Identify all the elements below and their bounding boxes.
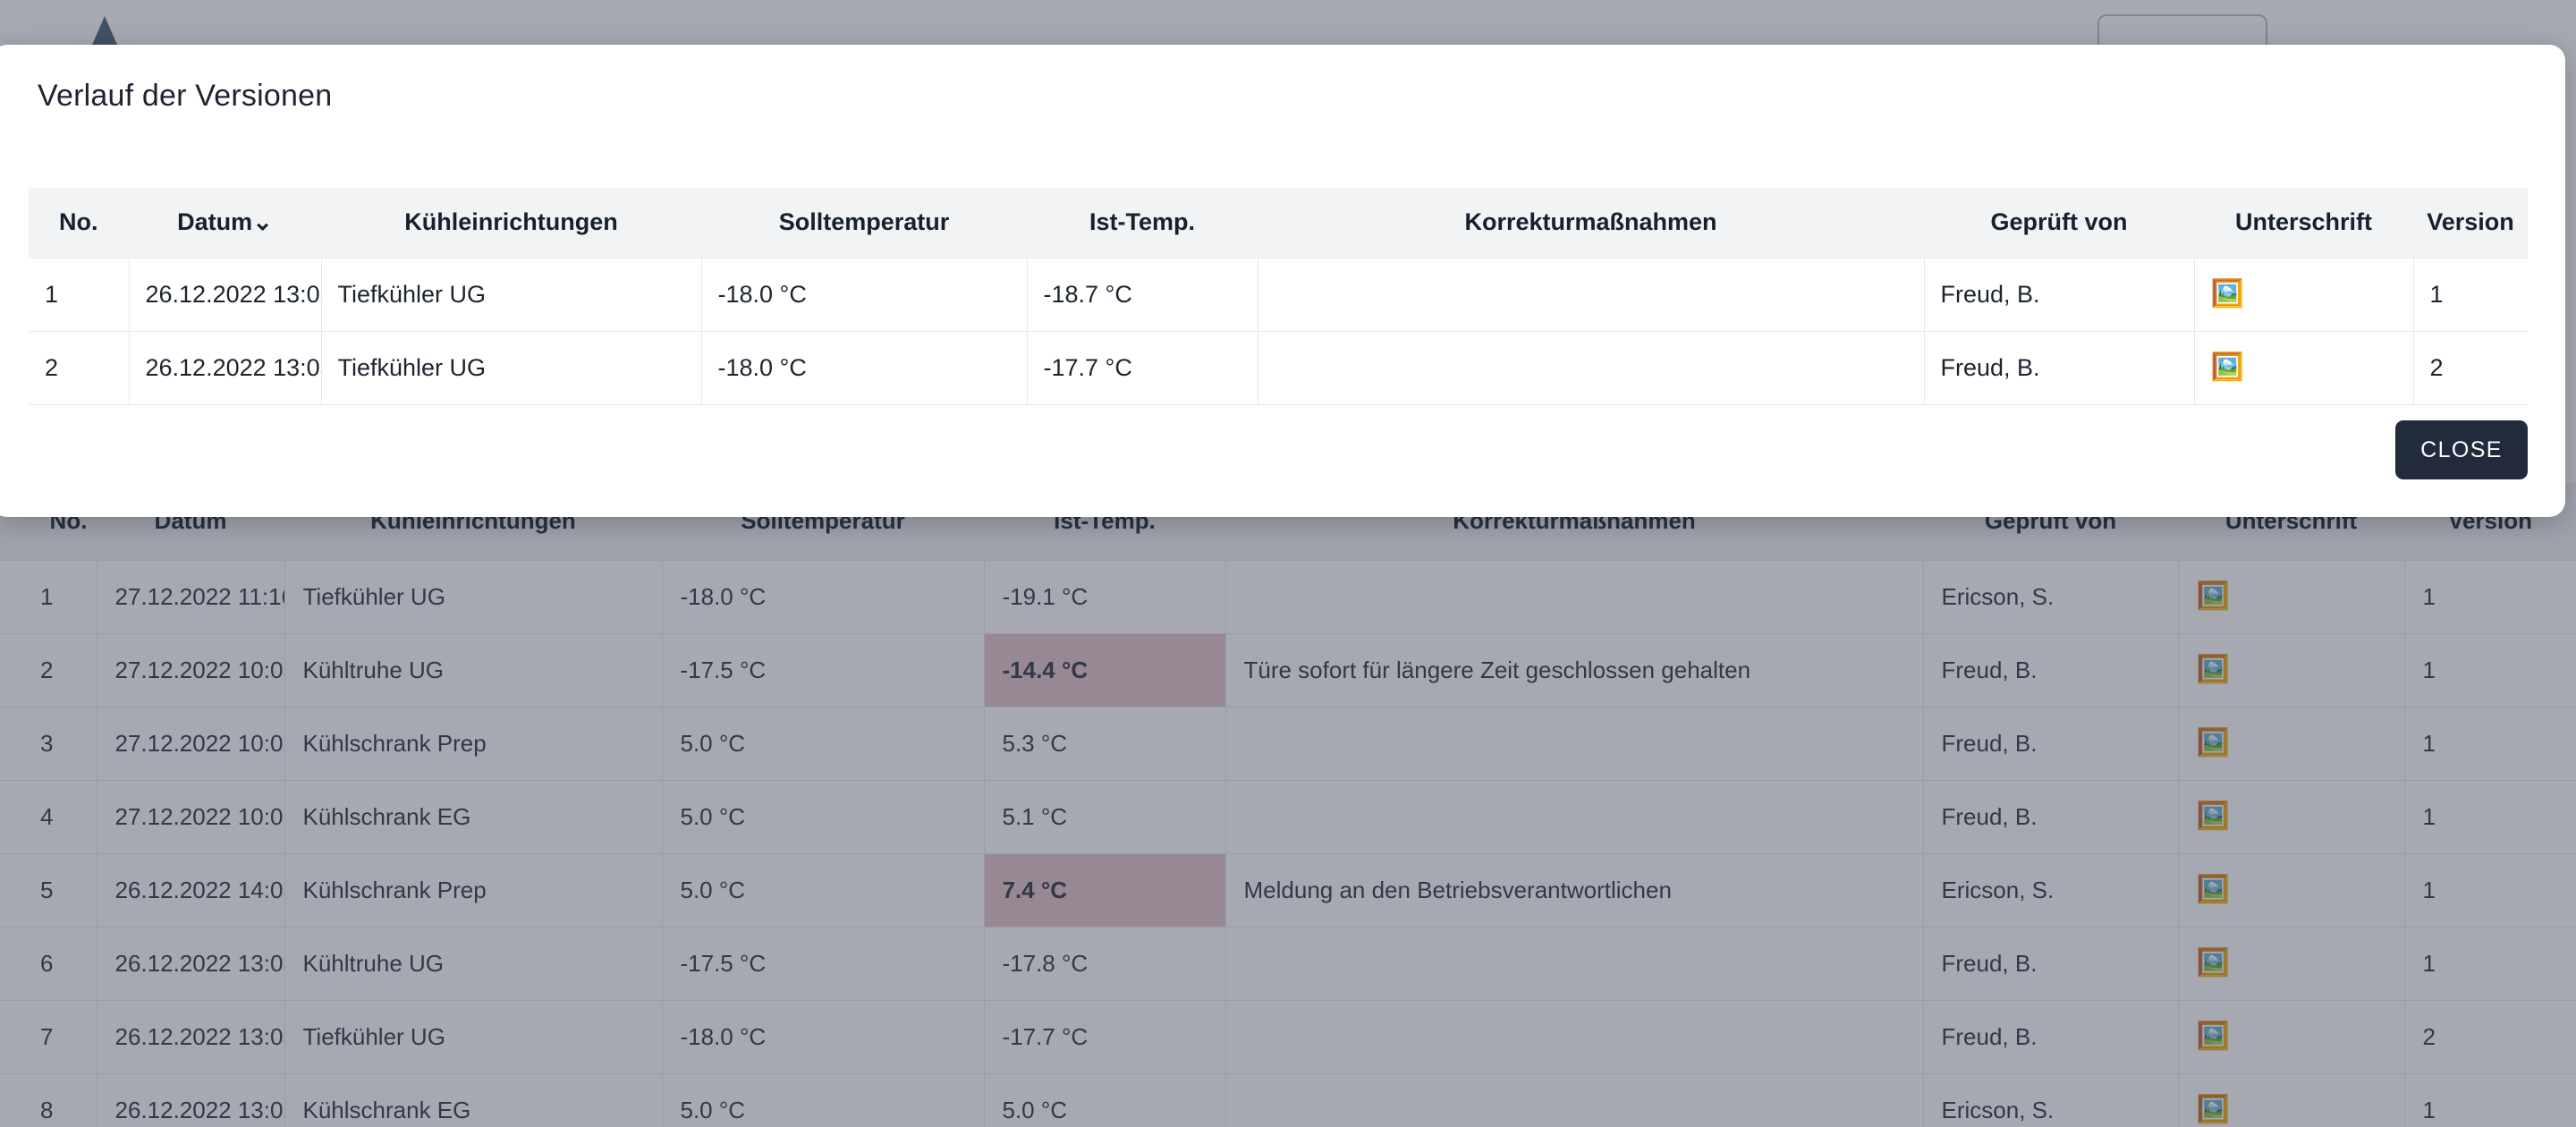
signature-image-icon[interactable]: 🖼️ — [2211, 353, 2244, 381]
dialog-title: Verlauf der Versionen — [38, 79, 333, 113]
modal-cell-no: 1 — [29, 257, 130, 331]
chevron-down-icon[interactable]: ⌄ — [252, 208, 273, 235]
modal-col-geprueft-von[interactable]: Geprüft von — [1924, 188, 2194, 258]
modal-cell-ist: -18.7 °C — [1027, 257, 1258, 331]
modal-col-version[interactable]: Version — [2413, 188, 2528, 258]
modal-cell-ist: -17.7 °C — [1027, 330, 1258, 405]
modal-cell-version: 1 — [2413, 257, 2528, 331]
modal-cell-unter: 🖼️ — [2194, 330, 2414, 405]
modal-cell-datum: 26.12.2022 13:03 — [129, 257, 322, 331]
modal-col-unterschrift[interactable]: Unterschrift — [2194, 188, 2413, 258]
modal-col-no[interactable]: No. — [29, 188, 129, 258]
modal-table-header-row: No. Datum⌄ Kühleinrichtungen Solltempera… — [29, 188, 2528, 258]
modal-col-kuehleinrichtungen[interactable]: Kühleinrichtungen — [321, 188, 701, 258]
modal-col-ist-temp[interactable]: Ist-Temp. — [1027, 188, 1258, 258]
modal-col-korrekturmassnahmen[interactable]: Korrekturmaßnahmen — [1258, 188, 1924, 258]
modal-cell-kuehl: Tiefkühler UG — [321, 330, 702, 405]
modal-cell-soll: -18.0 °C — [701, 257, 1028, 331]
modal-cell-gepr: Freud, B. — [1924, 330, 2195, 405]
modal-cell-kuehl: Tiefkühler UG — [321, 257, 702, 331]
modal-cell-version: 2 — [2413, 330, 2528, 405]
modal-cell-soll: -18.0 °C — [701, 330, 1028, 405]
version-history-table: No. Datum⌄ Kühleinrichtungen Solltempera… — [29, 188, 2528, 405]
modal-table-body: 1 26.12.2022 13:03 Tiefkühler UG -18.0 °C -1… — [29, 257, 2528, 405]
modal-col-datum[interactable]: Datum⌄ — [129, 188, 321, 258]
modal-cell-korr — [1258, 330, 1925, 405]
close-button[interactable]: CLOSE — [2395, 420, 2528, 479]
modal-cell-no: 2 — [29, 330, 130, 405]
table-row[interactable]: 1 26.12.2022 13:03 Tiefkühler UG -18.0 °C -1… — [29, 257, 2528, 331]
modal-col-datum-label: Datum — [177, 208, 253, 236]
modal-cell-gepr: Freud, B. — [1924, 257, 2195, 331]
modal-cell-datum: 26.12.2022 13:03 — [129, 330, 322, 405]
modal-col-solltemperatur[interactable]: Solltemperatur — [701, 188, 1027, 258]
version-history-dialog: Verlauf der Versionen No. Datum⌄ Kühlein… — [0, 45, 2565, 517]
modal-cell-korr — [1258, 257, 1925, 331]
table-row[interactable]: 2 26.12.2022 13:03 Tiefkühler UG -18.0 °C -1… — [29, 330, 2528, 405]
signature-image-icon[interactable]: 🖼️ — [2211, 280, 2244, 308]
modal-cell-unter: 🖼️ — [2194, 257, 2414, 331]
